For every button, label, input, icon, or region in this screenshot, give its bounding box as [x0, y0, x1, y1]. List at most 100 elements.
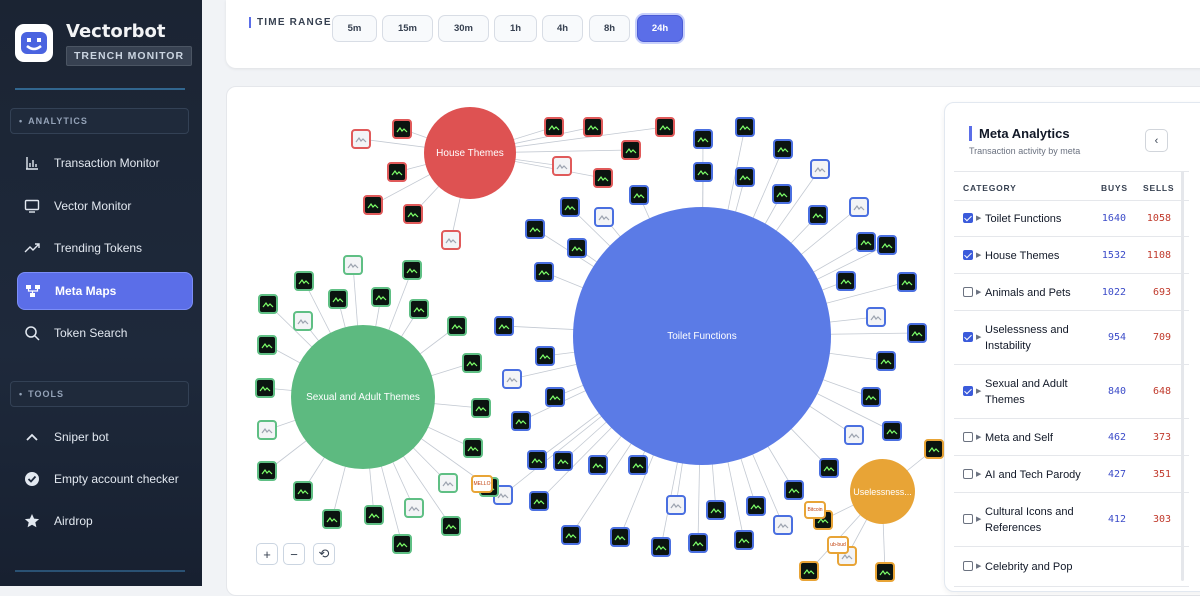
token-node[interactable] [322, 509, 342, 529]
nav-meta-maps[interactable]: Meta Maps [17, 272, 193, 310]
token-node[interactable] [844, 425, 864, 445]
vectorbot-logo[interactable] [15, 24, 53, 62]
token-node[interactable] [610, 527, 630, 547]
token-node[interactable] [588, 455, 608, 475]
token-node[interactable] [403, 204, 423, 224]
expand-caret-icon[interactable]: ▶ [976, 470, 981, 478]
token-node[interactable] [447, 316, 467, 336]
token-node[interactable] [810, 159, 830, 179]
token-node[interactable] [907, 323, 927, 343]
table-row[interactable]: ▶ Meta and Self 462 373 [954, 419, 1189, 456]
token-node[interactable] [471, 398, 491, 418]
token-node[interactable] [404, 498, 424, 518]
token-node[interactable] [511, 411, 531, 431]
row-checkbox[interactable] [963, 514, 973, 524]
column-buys[interactable]: BUYS [1101, 183, 1128, 193]
token-node-mcu[interactable]: MELLO [471, 475, 493, 493]
token-node[interactable] [364, 505, 384, 525]
token-node[interactable] [594, 207, 614, 227]
token-node[interactable] [502, 369, 522, 389]
token-node[interactable] [593, 168, 613, 188]
token-node[interactable] [882, 421, 902, 441]
collapse-panel-button[interactable]: ‹ [1145, 129, 1168, 152]
token-node[interactable] [876, 351, 896, 371]
token-node[interactable] [773, 139, 793, 159]
expand-caret-icon[interactable]: ▶ [976, 214, 981, 222]
token-node[interactable] [706, 500, 726, 520]
token-node[interactable] [866, 307, 886, 327]
token-node[interactable] [666, 495, 686, 515]
zoom-in-button[interactable]: + [256, 543, 278, 565]
bubble-house-themes[interactable]: House Themes [424, 107, 516, 199]
time-range-24h-button[interactable]: 24h [637, 15, 683, 42]
token-node[interactable] [257, 420, 277, 440]
token-node[interactable] [328, 289, 348, 309]
token-node[interactable] [735, 117, 755, 137]
expand-caret-icon[interactable]: ▶ [976, 562, 981, 570]
time-range-15m-button[interactable]: 15m [382, 15, 433, 42]
token-node[interactable] [688, 533, 708, 553]
table-row[interactable]: ▶ Sexual and Adult Themes 840 648 [954, 365, 1189, 419]
token-node[interactable] [567, 238, 587, 258]
token-node[interactable] [294, 271, 314, 291]
token-node[interactable] [628, 455, 648, 475]
table-row[interactable]: ▶ Cultural Icons and References 412 303 [954, 493, 1189, 547]
token-node[interactable] [371, 287, 391, 307]
token-node[interactable] [535, 346, 555, 366]
token-node[interactable] [799, 561, 819, 581]
table-row[interactable]: ▶ House Themes 1532 1108 [954, 237, 1189, 274]
token-node[interactable] [529, 491, 549, 511]
table-row[interactable]: ▶ Celebrity and Pop [954, 547, 1189, 587]
bubble-toilet-functions[interactable]: Toilet Functions [573, 207, 831, 465]
time-range-8h-button[interactable]: 8h [589, 15, 630, 42]
token-node[interactable] [494, 316, 514, 336]
token-node[interactable] [409, 299, 429, 319]
token-node[interactable] [525, 219, 545, 239]
section-tools[interactable]: TOOLS [10, 381, 189, 407]
token-node[interactable] [255, 378, 275, 398]
nav-transaction-monitor[interactable]: Transaction Monitor [17, 144, 193, 182]
token-node[interactable] [387, 162, 407, 182]
nav-vector-monitor[interactable]: Vector Monitor [17, 187, 193, 225]
token-node[interactable] [693, 162, 713, 182]
row-checkbox[interactable] [963, 286, 973, 297]
token-node[interactable] [861, 387, 881, 407]
time-range-5m-button[interactable]: 5m [332, 15, 377, 42]
token-node[interactable] [463, 438, 483, 458]
bubble-uselessness[interactable]: Uselessness... [850, 459, 915, 524]
nav-airdrop[interactable]: Airdrop [17, 502, 193, 540]
token-node[interactable] [875, 562, 895, 582]
expand-caret-icon[interactable]: ▶ [976, 288, 981, 296]
token-node[interactable] [545, 387, 565, 407]
column-category[interactable]: CATEGORY [963, 183, 1017, 193]
token-node[interactable] [552, 156, 572, 176]
token-node[interactable] [392, 534, 412, 554]
reset-view-button[interactable]: ⟲ [313, 543, 335, 565]
row-checkbox[interactable] [963, 468, 973, 479]
token-node[interactable] [924, 439, 944, 459]
expand-caret-icon[interactable]: ▶ [976, 251, 981, 259]
expand-caret-icon[interactable]: ▶ [976, 387, 981, 395]
token-node[interactable] [363, 195, 383, 215]
token-node[interactable] [856, 232, 876, 252]
token-node[interactable] [258, 294, 278, 314]
token-node[interactable] [527, 450, 547, 470]
token-node[interactable] [693, 129, 713, 149]
token-node[interactable] [746, 496, 766, 516]
token-node[interactable] [655, 117, 675, 137]
token-node[interactable] [438, 473, 458, 493]
time-range-1h-button[interactable]: 1h [494, 15, 537, 42]
token-node[interactable] [351, 129, 371, 149]
token-node[interactable] [257, 461, 277, 481]
token-node[interactable] [441, 516, 461, 536]
expand-caret-icon[interactable]: ▶ [976, 333, 981, 341]
nav-empty-account-checker[interactable]: Empty account checker [17, 460, 193, 498]
token-node[interactable] [877, 235, 897, 255]
row-checkbox[interactable] [963, 332, 973, 342]
zoom-out-button[interactable]: − [283, 543, 305, 565]
table-row[interactable]: ▶ Animals and Pets 1022 693 [954, 274, 1189, 311]
row-checkbox[interactable] [963, 431, 973, 442]
token-node[interactable] [534, 262, 554, 282]
token-node[interactable] [392, 119, 412, 139]
row-checkbox[interactable] [963, 213, 973, 223]
